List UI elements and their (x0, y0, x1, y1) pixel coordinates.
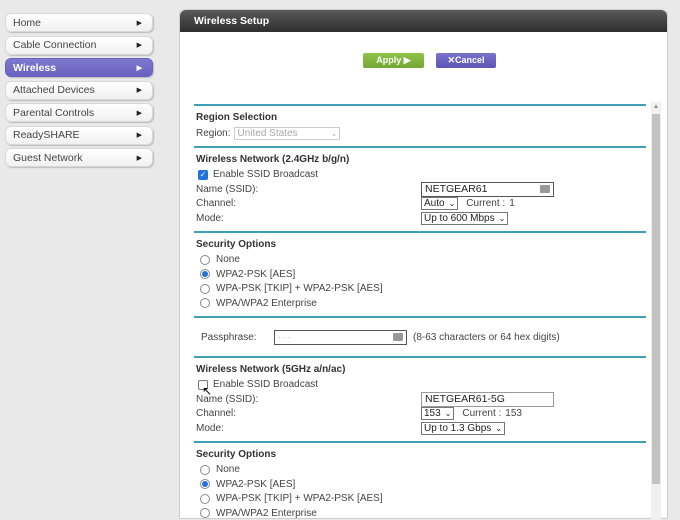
arrow-right-icon: ▶ (137, 19, 142, 27)
radio-label: None (216, 254, 240, 265)
mode-value: Up to 1.3 Gbps (424, 423, 491, 434)
security-5-section: Security Options None WPA2-PSK [AES] WPA… (194, 443, 646, 520)
checkbox-label: Enable SSID Broadcast (213, 379, 318, 390)
arrow-right-icon: ▶ (137, 109, 142, 117)
section-title: Wireless Network (5GHz a/n/ac) (196, 364, 646, 375)
security-5-radio-wpa-wpa2-mixed[interactable] (200, 494, 210, 504)
sidebar-item-label: Cable Connection (13, 39, 96, 51)
action-buttons: Apply ▶ ✕Cancel (363, 53, 496, 68)
sidebar-item-label: ReadySHARE (13, 129, 80, 141)
ssid-value: NETGEAR61-5G (425, 393, 505, 405)
ssid-5-input[interactable]: NETGEAR61-5G (421, 392, 554, 407)
arrow-right-icon: ▶ (137, 131, 142, 139)
radio-label: WPA-PSK [TKIP] + WPA2-PSK [AES] (216, 283, 383, 294)
sidebar-item-label: Parental Controls (13, 107, 94, 119)
security-5-radio-wpa2-psk-aes[interactable] (200, 479, 210, 489)
passphrase-masked: · · · (278, 333, 290, 342)
arrow-right-icon: ▶ (137, 41, 142, 49)
mode-label: Mode: (196, 213, 421, 224)
sidebar-item-label: Guest Network (13, 152, 82, 164)
arrow-right-icon: ▶ (137, 86, 142, 94)
security-24-section: Security Options None WPA2-PSK [AES] WPA… (194, 233, 646, 316)
checkbox-label: Enable SSID Broadcast (213, 169, 318, 180)
passphrase-label: Passphrase: (201, 332, 274, 343)
section-title: Security Options (196, 239, 646, 250)
sidebar-item-wireless[interactable]: Wireless ▶ (5, 58, 153, 77)
radio-label: WPA/WPA2 Enterprise (216, 298, 317, 309)
ssid-value: NETGEAR61 (425, 183, 487, 195)
channel-value: Auto (424, 198, 445, 209)
mode-value: Up to 600 Mbps (424, 213, 495, 224)
channel-label: Channel: (196, 408, 421, 419)
radio-label: WPA2-PSK [AES] (216, 269, 295, 280)
settings-form: Region Selection Region: United States⌄ … (194, 104, 646, 520)
radio-label: None (216, 464, 240, 475)
enable-ssid-24-checkbox[interactable]: ✓ (198, 170, 208, 180)
apply-button[interactable]: Apply ▶ (363, 53, 424, 68)
channel-5-select[interactable]: 153 ⌄ (421, 407, 454, 420)
wifi-5-section: Wireless Network (5GHz a/n/ac) Enable SS… (194, 358, 646, 441)
mode-5-select[interactable]: Up to 1.3 Gbps ⌄ (421, 422, 505, 435)
ssid-label: Name (SSID): (196, 394, 421, 405)
current-label: Current : (466, 198, 505, 209)
mouse-cursor-icon: ↖ (202, 384, 212, 398)
scrollbar-thumb[interactable] (652, 114, 660, 484)
sidebar-item-label: Home (13, 17, 41, 29)
passphrase-hint: (8-63 characters or 64 hex digits) (413, 332, 560, 343)
sidebar-item-label: Attached Devices (13, 84, 95, 96)
security-5-radio-enterprise[interactable] (200, 508, 210, 518)
current-label: Current : (462, 408, 501, 419)
security-24-radio-wpa2-psk-aes[interactable] (200, 269, 210, 279)
mode-label: Mode: (196, 423, 421, 434)
sidebar-item-label: Wireless (13, 62, 56, 74)
section-title: Region Selection (196, 112, 646, 123)
region-value: United States (237, 128, 297, 139)
security-24-radio-enterprise[interactable] (200, 298, 210, 308)
chevron-down-icon: ⌄ (449, 199, 456, 208)
section-title: Security Options (196, 449, 646, 460)
security-24-radio-none[interactable] (200, 255, 210, 265)
sidebar-item-cable-connection[interactable]: Cable Connection ▶ (5, 36, 153, 55)
channel-label: Channel: (196, 198, 421, 209)
sidebar-item-home[interactable]: Home ▶ (5, 13, 153, 32)
region-label: Region: (196, 128, 230, 139)
wireless-setup-panel: Wireless Setup Apply ▶ ✕Cancel Region Se… (179, 9, 668, 519)
sidebar-item-parental-controls[interactable]: Parental Controls ▶ (5, 103, 153, 122)
sidebar-item-readyshare[interactable]: ReadySHARE ▶ (5, 126, 153, 145)
current-value: 1 (509, 198, 515, 209)
ssid-24-input[interactable]: NETGEAR61 (421, 182, 554, 197)
cancel-button[interactable]: ✕Cancel (436, 53, 496, 68)
current-value: 153 (505, 408, 522, 419)
region-select[interactable]: United States ⌄ (234, 127, 340, 140)
radio-label: WPA2-PSK [AES] (216, 479, 295, 490)
radio-label: WPA/WPA2 Enterprise (216, 508, 317, 519)
radio-label: WPA-PSK [TKIP] + WPA2-PSK [AES] (216, 493, 383, 504)
security-24-radio-wpa-wpa2-mixed[interactable] (200, 284, 210, 294)
scroll-up-icon[interactable]: ▲ (651, 102, 661, 112)
arrow-right-icon: ▶ (137, 64, 142, 72)
ssid-label: Name (SSID): (196, 184, 421, 195)
region-section: Region Selection Region: United States ⌄ (194, 106, 646, 146)
keyboard-icon (393, 333, 403, 341)
chevron-down-icon: ⌄ (495, 424, 502, 433)
mode-24-select[interactable]: Up to 600 Mbps ⌄ (421, 212, 508, 225)
passphrase-input[interactable]: · · · (274, 330, 407, 345)
content-scrollbar[interactable]: ▲ (651, 102, 661, 520)
sidebar-item-attached-devices[interactable]: Attached Devices ▶ (5, 81, 153, 100)
keyboard-icon (540, 185, 550, 193)
sidebar-item-guest-network[interactable]: Guest Network ▶ (5, 148, 153, 167)
panel-title: Wireless Setup (180, 10, 667, 32)
chevron-down-icon: ⌄ (331, 129, 338, 138)
channel-24-select[interactable]: Auto ⌄ (421, 197, 458, 210)
security-5-radio-none[interactable] (200, 465, 210, 475)
wifi-24-section: Wireless Network (2.4GHz b/g/n) ✓ Enable… (194, 148, 646, 231)
arrow-right-icon: ▶ (137, 154, 142, 162)
section-title: Wireless Network (2.4GHz b/g/n) (196, 154, 646, 165)
sidebar-nav: Home ▶ Cable Connection ▶ Wireless ▶ Attach… (5, 13, 153, 171)
channel-value: 153 (424, 408, 441, 419)
chevron-down-icon: ⌄ (499, 214, 506, 223)
chevron-down-icon: ⌄ (445, 409, 452, 418)
passphrase-row: Passphrase: · · · (8-63 characters or 64… (194, 318, 646, 356)
